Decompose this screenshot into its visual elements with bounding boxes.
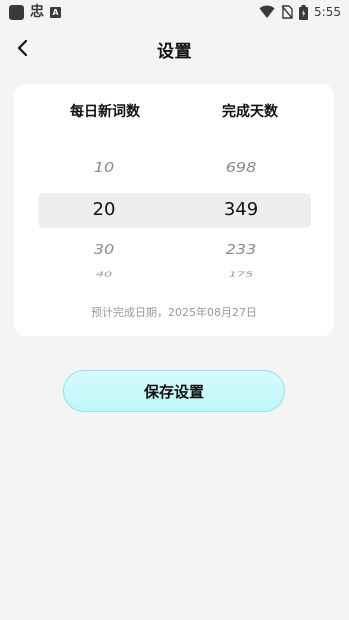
days-label: 完成天数 bbox=[222, 104, 278, 120]
page-title: 设置 bbox=[157, 42, 192, 62]
picker-option[interactable]: 10 bbox=[34, 159, 174, 175]
estimated-completion-date: 预计完成日期，2025年08月27日 bbox=[91, 306, 257, 319]
settings-card: 每日新词数 完成天数 10 20 30 40 698 349 233 175 预… bbox=[14, 84, 334, 336]
days-picker[interactable]: 698 349 233 175 bbox=[171, 152, 311, 282]
save-settings-button[interactable]: 保存设置 bbox=[63, 370, 285, 412]
battery-icon bbox=[299, 4, 309, 20]
no-sim-icon bbox=[281, 5, 293, 19]
picker-option[interactable]: 175 bbox=[171, 270, 311, 278]
status-bar: 忠 A 5:55 bbox=[0, 0, 349, 24]
status-time: 5:55 bbox=[314, 5, 341, 19]
wifi-icon bbox=[259, 5, 275, 18]
app-glyph-icon: 忠 bbox=[30, 4, 44, 20]
picker-option[interactable]: 233 bbox=[171, 241, 311, 257]
a-badge-icon: A bbox=[50, 6, 61, 18]
picker-option[interactable]: 40 bbox=[34, 270, 174, 278]
status-right-icons: 5:55 bbox=[259, 4, 341, 20]
daily-words-label: 每日新词数 bbox=[70, 104, 140, 120]
header: 设置 bbox=[0, 30, 349, 66]
picker-option[interactable]: 30 bbox=[34, 241, 174, 257]
status-left-icons: 忠 A bbox=[9, 4, 61, 20]
picker-option-selected[interactable]: 20 bbox=[34, 199, 174, 220]
picker-option[interactable]: 698 bbox=[171, 159, 311, 175]
app-square-icon bbox=[9, 4, 24, 20]
daily-words-picker[interactable]: 10 20 30 40 bbox=[34, 152, 174, 282]
picker-option-selected[interactable]: 349 bbox=[171, 199, 311, 220]
